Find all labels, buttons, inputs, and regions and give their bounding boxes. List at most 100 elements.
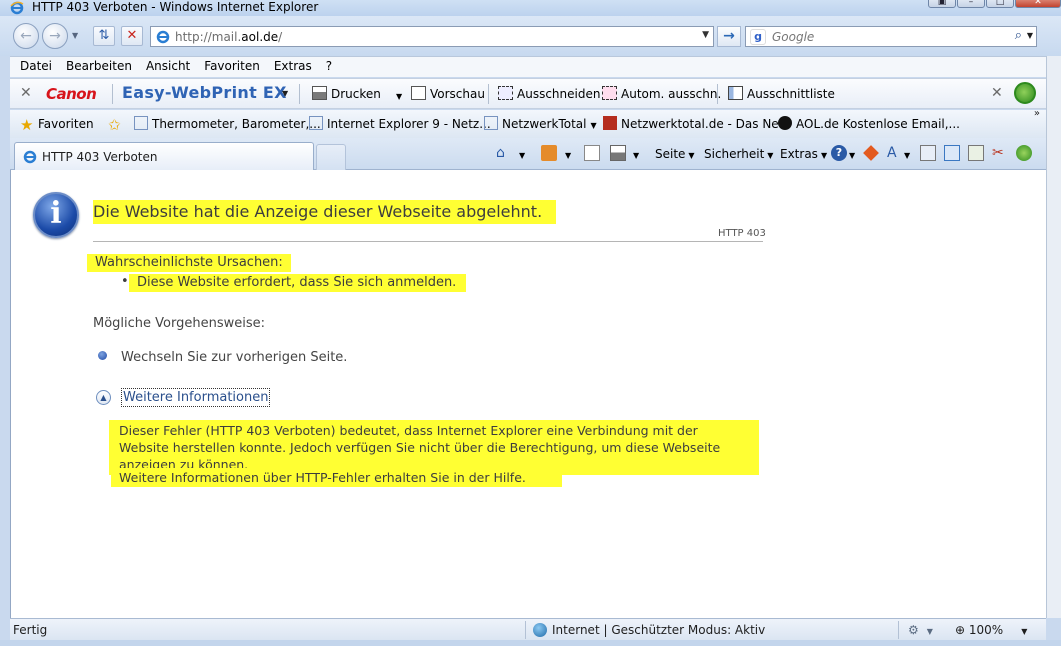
arrow-left-icon: ← bbox=[20, 28, 32, 44]
print-dropdown-icon[interactable]: ▼ bbox=[630, 146, 639, 164]
tab-bar: HTTP 403 Verboten ⌂ ▼ ▼ ▼ Seite ▼ Sicherh… bbox=[10, 138, 1046, 170]
menu-sicherheit[interactable]: Sicherheit ▼ bbox=[704, 146, 773, 164]
menu-favoriten[interactable]: Favoriten bbox=[197, 57, 267, 76]
home-dropdown-icon[interactable]: ▼ bbox=[516, 146, 525, 164]
home-icon[interactable]: ⌂ bbox=[496, 145, 512, 161]
menu-extras-cmd[interactable]: Extras ▼ bbox=[780, 146, 827, 164]
go-back-link[interactable]: Wechseln Sie zur vorherigen Seite. bbox=[121, 350, 347, 365]
send-page-icon[interactable] bbox=[944, 145, 960, 161]
go-button[interactable]: → bbox=[717, 26, 741, 47]
canon-logo: Canon bbox=[46, 85, 97, 103]
address-bar[interactable]: http://mail.aol.de/ ▼ bbox=[150, 26, 714, 47]
search-dropdown-icon[interactable]: ▼ bbox=[1027, 31, 1033, 40]
preview-button[interactable]: Vorschau bbox=[411, 86, 485, 102]
favorites-button[interactable]: ★ Favoriten bbox=[20, 116, 94, 133]
menu-seite[interactable]: Seite ▼ bbox=[655, 146, 695, 164]
favorite-link[interactable]: Netzwerktotal.de - Das Ne... bbox=[603, 116, 790, 132]
maximize-button[interactable]: □ bbox=[986, 0, 1014, 8]
menu-help[interactable]: ? bbox=[319, 57, 339, 76]
favorite-link[interactable]: AOL.de Kostenlose Email,... bbox=[778, 116, 960, 132]
tab-http-403[interactable]: HTTP 403 Verboten bbox=[14, 142, 314, 170]
addon-icon[interactable] bbox=[863, 145, 879, 161]
close-icon[interactable]: ✕ bbox=[991, 85, 1003, 101]
close-window-button[interactable]: ✕ bbox=[1015, 0, 1061, 8]
window-title: HTTP 403 Verboten - Windows Internet Exp… bbox=[32, 0, 319, 14]
search-placeholder: Google bbox=[772, 30, 815, 44]
help-dropdown-icon[interactable]: ▼ bbox=[846, 146, 855, 164]
screenshot-button[interactable]: ▣ bbox=[928, 0, 956, 8]
google-icon: g bbox=[750, 29, 766, 45]
separator bbox=[299, 84, 300, 104]
close-icon[interactable]: ✕ bbox=[20, 85, 32, 101]
menu-datei[interactable]: Datei bbox=[10, 57, 59, 76]
printer-icon[interactable] bbox=[610, 145, 626, 161]
clip-icon bbox=[498, 86, 513, 100]
canon-globe-icon[interactable] bbox=[1014, 82, 1036, 104]
protected-mode-icon[interactable]: ⚙ ▼ bbox=[908, 622, 933, 640]
favorite-link[interactable]: Thermometer, Barometer,... bbox=[134, 116, 321, 132]
compatibility-view-button[interactable]: ⇅ bbox=[93, 26, 115, 46]
expand-up-icon[interactable]: ▲ bbox=[96, 390, 111, 405]
close-icon: ✕ bbox=[126, 28, 138, 43]
easy-webprint-logo[interactable]: Easy-WebPrint EX bbox=[122, 83, 287, 102]
list-icon bbox=[728, 86, 743, 100]
ie-logo-icon bbox=[10, 1, 24, 15]
back-button[interactable]: ← bbox=[13, 23, 39, 49]
options-heading: Mögliche Vorgehensweise: bbox=[93, 316, 266, 331]
separator bbox=[488, 84, 489, 104]
menu-extras[interactable]: Extras bbox=[267, 57, 319, 76]
chevron-down-icon: ▼ bbox=[590, 121, 597, 130]
favorites-bar: ★ Favoriten ✩ Thermometer, Barometer,... … bbox=[10, 108, 1046, 138]
arrow-right-icon: → bbox=[49, 28, 61, 44]
menu-bar: Datei Bearbeiten Ansicht Favoriten Extras? bbox=[10, 56, 1046, 77]
arrow-right-icon: → bbox=[723, 28, 735, 44]
auto-clip-icon bbox=[602, 86, 617, 100]
cut-out-button[interactable]: Ausschneiden bbox=[498, 86, 600, 102]
favorite-link[interactable]: Internet Explorer 9 - Netz... bbox=[309, 116, 491, 132]
clip-list-button[interactable]: Ausschnittliste bbox=[728, 86, 835, 102]
favorite-folder[interactable]: NetzwerkTotal ▼ bbox=[484, 116, 597, 134]
divider bbox=[93, 241, 763, 242]
address-dropdown-icon[interactable]: ▼ bbox=[702, 30, 709, 40]
cause-item: Diese Website erfordert, dass Sie sich a… bbox=[129, 274, 467, 292]
bullet-icon: • bbox=[121, 274, 129, 289]
blog-icon[interactable] bbox=[968, 145, 984, 161]
research-icon[interactable] bbox=[920, 145, 936, 161]
separator bbox=[898, 621, 899, 639]
star-add-icon: ✩ bbox=[108, 116, 121, 134]
new-tab-button[interactable] bbox=[316, 144, 346, 170]
help-icon[interactable]: ? bbox=[831, 145, 847, 161]
refresh-arrows-icon: ⇅ bbox=[98, 28, 110, 43]
ie-page-icon bbox=[134, 116, 148, 130]
address-url[interactable]: http://mail.aol.de/ bbox=[175, 29, 282, 45]
history-dropdown-icon[interactable]: ▼ bbox=[72, 31, 78, 40]
address-row: ← → ▼ ⇅ ✕ http://mail.aol.de/ ▼ → g Goog… bbox=[0, 16, 1061, 56]
auto-cut-button[interactable]: Autom. ausschn. bbox=[602, 86, 721, 102]
http-code: HTTP 403 bbox=[718, 228, 766, 239]
mail-icon[interactable] bbox=[584, 145, 600, 161]
search-input[interactable]: g Google ⌕ ▼ bbox=[745, 26, 1037, 47]
print-button[interactable]: Drucken bbox=[312, 86, 381, 102]
more-info-link[interactable]: Weitere Informationen bbox=[121, 388, 271, 407]
translate-dropdown-icon[interactable]: ▼ bbox=[901, 146, 910, 164]
search-icon[interactable]: ⌕ bbox=[1015, 28, 1022, 43]
security-zone[interactable]: Internet | Geschützter Modus: Aktiv bbox=[533, 622, 765, 638]
menu-bearbeiten[interactable]: Bearbeiten bbox=[59, 57, 139, 76]
canon-globe-icon[interactable] bbox=[1016, 145, 1032, 161]
forward-button[interactable]: → bbox=[42, 23, 68, 49]
feeds-icon[interactable] bbox=[541, 145, 557, 161]
tools-icon[interactable]: ✂ bbox=[992, 145, 1008, 161]
ie-page-icon bbox=[156, 30, 170, 44]
printer-icon bbox=[312, 86, 327, 100]
chevron-down-icon[interactable]: ▼ bbox=[282, 89, 288, 98]
chevron-more-icon[interactable]: » bbox=[1034, 108, 1040, 119]
scrollbar[interactable] bbox=[1046, 56, 1061, 618]
feeds-dropdown-icon[interactable]: ▼ bbox=[562, 146, 571, 164]
zoom-control[interactable]: ⊕ 100% ▼ bbox=[955, 622, 1027, 640]
page-title: Die Website hat die Anzeige dieser Webse… bbox=[93, 200, 557, 224]
minimize-button[interactable]: – bbox=[957, 0, 985, 8]
add-favorite-button[interactable]: ✩ bbox=[108, 116, 126, 134]
print-dropdown-icon[interactable]: ▼ bbox=[396, 89, 402, 105]
menu-ansicht[interactable]: Ansicht bbox=[139, 57, 197, 76]
stop-button[interactable]: ✕ bbox=[121, 26, 143, 46]
